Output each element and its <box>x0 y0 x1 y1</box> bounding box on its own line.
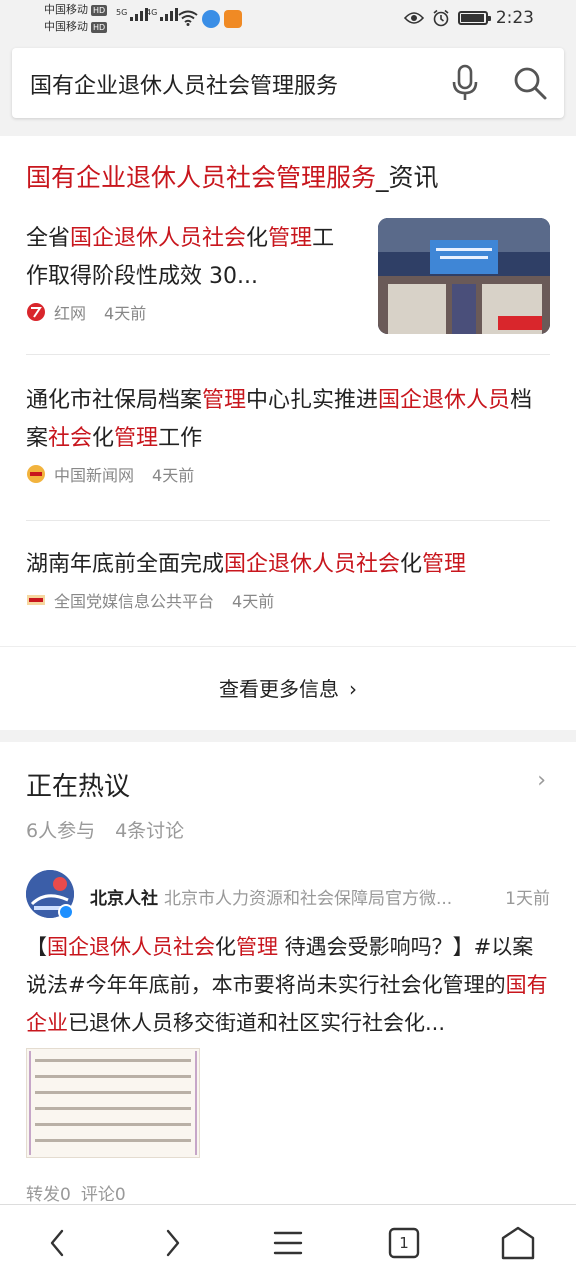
search-input[interactable]: 国有企业退休人员社会管理服务 <box>30 68 338 100</box>
status-right: 2:23 <box>403 8 534 28</box>
carrier-1-label: 中国移动 <box>44 3 88 16</box>
battery-icon <box>457 11 491 25</box>
news-item[interactable]: 通化市社保局档案管理中心扎实推进国企退休人员档案社会化管理工作 中国新闻网 4天… <box>26 382 550 486</box>
text-segment: 中心扎实推进 <box>246 388 379 413</box>
text-segment: 化 <box>92 426 115 451</box>
highlight-text: 国企退休人员 <box>378 388 511 413</box>
section-title-suffix: _资讯 <box>376 163 439 192</box>
section-title-highlight: 国有企业退休人员社会管理服务 <box>26 163 377 192</box>
news-item[interactable]: 湖南年底前全面完成国企退休人员社会化管理 全国党媒信息公共平台 4天前 <box>26 546 550 612</box>
verified-badge-icon <box>58 904 74 920</box>
divider <box>26 520 550 521</box>
news-title[interactable]: 全省国企退休人员社会化管理工作取得阶段性成效 30... <box>26 220 336 296</box>
text-segment: 湖南年底前全面完成 <box>26 552 225 577</box>
text-segment: 已退休人员移交街道和社区实行社会化... <box>68 1011 446 1035</box>
news-time: 4天前 <box>104 304 147 323</box>
post-author-desc: 北京市人力资源和社会保障局官方微... <box>164 889 453 909</box>
hot-discussion-stats: 6人参与 4条讨论 <box>26 816 184 843</box>
news-title[interactable]: 湖南年底前全面完成国企退休人员社会化管理 <box>26 546 550 584</box>
app-notification-icon <box>202 10 220 28</box>
highlight-text: 国企退休人员社会 <box>70 226 247 251</box>
eye-icon <box>403 12 424 24</box>
news-meta: 红网 4天前 <box>26 300 336 324</box>
news-source: 中国新闻网 <box>54 466 135 485</box>
alarm-icon <box>433 9 449 27</box>
highlight-text: 管理 <box>202 388 247 413</box>
search-bar: 国有企业退休人员社会管理服务 <box>12 48 564 118</box>
app-notification-icon-2 <box>224 10 242 28</box>
news-meta: 全国党媒信息公共平台 4天前 <box>26 588 550 612</box>
back-icon[interactable] <box>38 1223 78 1263</box>
participants-count: 6人参与 <box>26 820 96 842</box>
image-border-decoration <box>195 1051 197 1155</box>
news-card: 国有企业退休人员社会管理服务_资讯 全省国企退休人员社会化管理工作取得阶段性成效… <box>0 136 576 730</box>
comment-count[interactable]: 评论0 <box>81 1185 126 1205</box>
net-type-1: 5G <box>116 8 128 17</box>
highlight-text: 社会 <box>48 426 93 451</box>
post-stats: 转发0 评论0 <box>26 1180 126 1205</box>
tabs-button[interactable]: 1 <box>384 1223 424 1263</box>
news-time: 4天前 <box>232 592 275 611</box>
hot-discussion-title[interactable]: 正在热议 <box>26 766 130 803</box>
chinanews-logo-icon <box>27 465 45 483</box>
status-bar: 中国移动 HD 中国移动 HD 5G 4G 2:23 <box>0 0 576 38</box>
news-time: 4天前 <box>152 466 195 485</box>
signal-icon: 4G <box>146 8 179 21</box>
carrier-2: 中国移动 HD <box>44 20 108 34</box>
post-time: 1天前 <box>505 889 550 909</box>
text-segment: 全省 <box>26 226 71 251</box>
conference-photo-image <box>378 218 550 334</box>
highlight-text: 国企退休人员社会 <box>47 935 215 959</box>
chevron-right-icon: › <box>349 677 357 701</box>
highlight-text: 管理 <box>422 552 467 577</box>
hd-badge-1: HD <box>91 5 108 16</box>
news-source: 全国党媒信息公共平台 <box>54 592 215 611</box>
signal-icon: 5G <box>116 8 149 21</box>
menu-icon[interactable] <box>268 1223 308 1263</box>
text-segment: 化 <box>215 935 236 959</box>
tab-count: 1 <box>399 1234 409 1252</box>
highlight-text: 管理 <box>268 226 313 251</box>
image-border-decoration <box>29 1051 31 1155</box>
divider <box>26 354 550 355</box>
repost-count[interactable]: 转发0 <box>26 1185 71 1205</box>
highlight-text: 国企退休人员社会 <box>224 552 401 577</box>
carrier-1: 中国移动 HD <box>44 3 108 17</box>
text-segment: 【 <box>26 935 47 959</box>
discussions-count: 4条讨论 <box>115 820 185 842</box>
carrier-2-label: 中国移动 <box>44 20 88 33</box>
hot-discussion-card: 正在热议 › 6人参与 4条讨论 北京人社 北京市人力资源和社会保障局官方微... … <box>0 742 576 1205</box>
forward-icon[interactable] <box>152 1223 192 1263</box>
party-media-logo-icon <box>27 595 45 605</box>
text-segment: 化 <box>246 226 269 251</box>
chevron-right-icon[interactable]: › <box>537 768 546 793</box>
post-author[interactable]: 北京人社 北京市人力资源和社会保障局官方微... <box>90 884 452 909</box>
news-source: 红网 <box>54 304 87 323</box>
home-icon[interactable] <box>498 1223 538 1263</box>
news-thumbnail[interactable] <box>378 218 550 334</box>
hd-badge-2: HD <box>91 22 108 33</box>
highlight-text: 管理 <box>236 935 278 959</box>
hongwang-logo-icon <box>27 303 45 321</box>
search-icon[interactable] <box>512 65 548 101</box>
highlight-text: 管理 <box>114 426 159 451</box>
text-segment: 工作 <box>158 426 203 451</box>
post-author-name: 北京人社 <box>90 889 158 909</box>
news-title[interactable]: 通化市社保局档案管理中心扎实推进国企退休人员档案社会化管理工作 <box>26 382 550 458</box>
bottom-nav-bar: 1 <box>0 1204 576 1280</box>
view-more-button[interactable]: 查看更多信息 › <box>0 646 576 730</box>
view-more-label: 查看更多信息 <box>219 677 339 701</box>
net-type-2: 4G <box>146 8 158 17</box>
post-text[interactable]: 【国企退休人员社会化管理 待遇会受影响吗？】#以案说法#今年年底前，本市要将尚未… <box>26 928 552 1042</box>
microphone-icon[interactable] <box>450 64 480 102</box>
news-item[interactable]: 全省国企退休人员社会化管理工作取得阶段性成效 30... 红网 4天前 <box>26 220 336 324</box>
post-image[interactable] <box>26 1048 200 1158</box>
text-segment: 通化市社保局档案 <box>26 388 203 413</box>
clock: 2:23 <box>495 8 534 28</box>
news-meta: 中国新闻网 4天前 <box>26 462 550 486</box>
wifi-icon <box>178 10 198 26</box>
section-title[interactable]: 国有企业退休人员社会管理服务_资讯 <box>26 158 439 194</box>
text-segment: 化 <box>400 552 423 577</box>
